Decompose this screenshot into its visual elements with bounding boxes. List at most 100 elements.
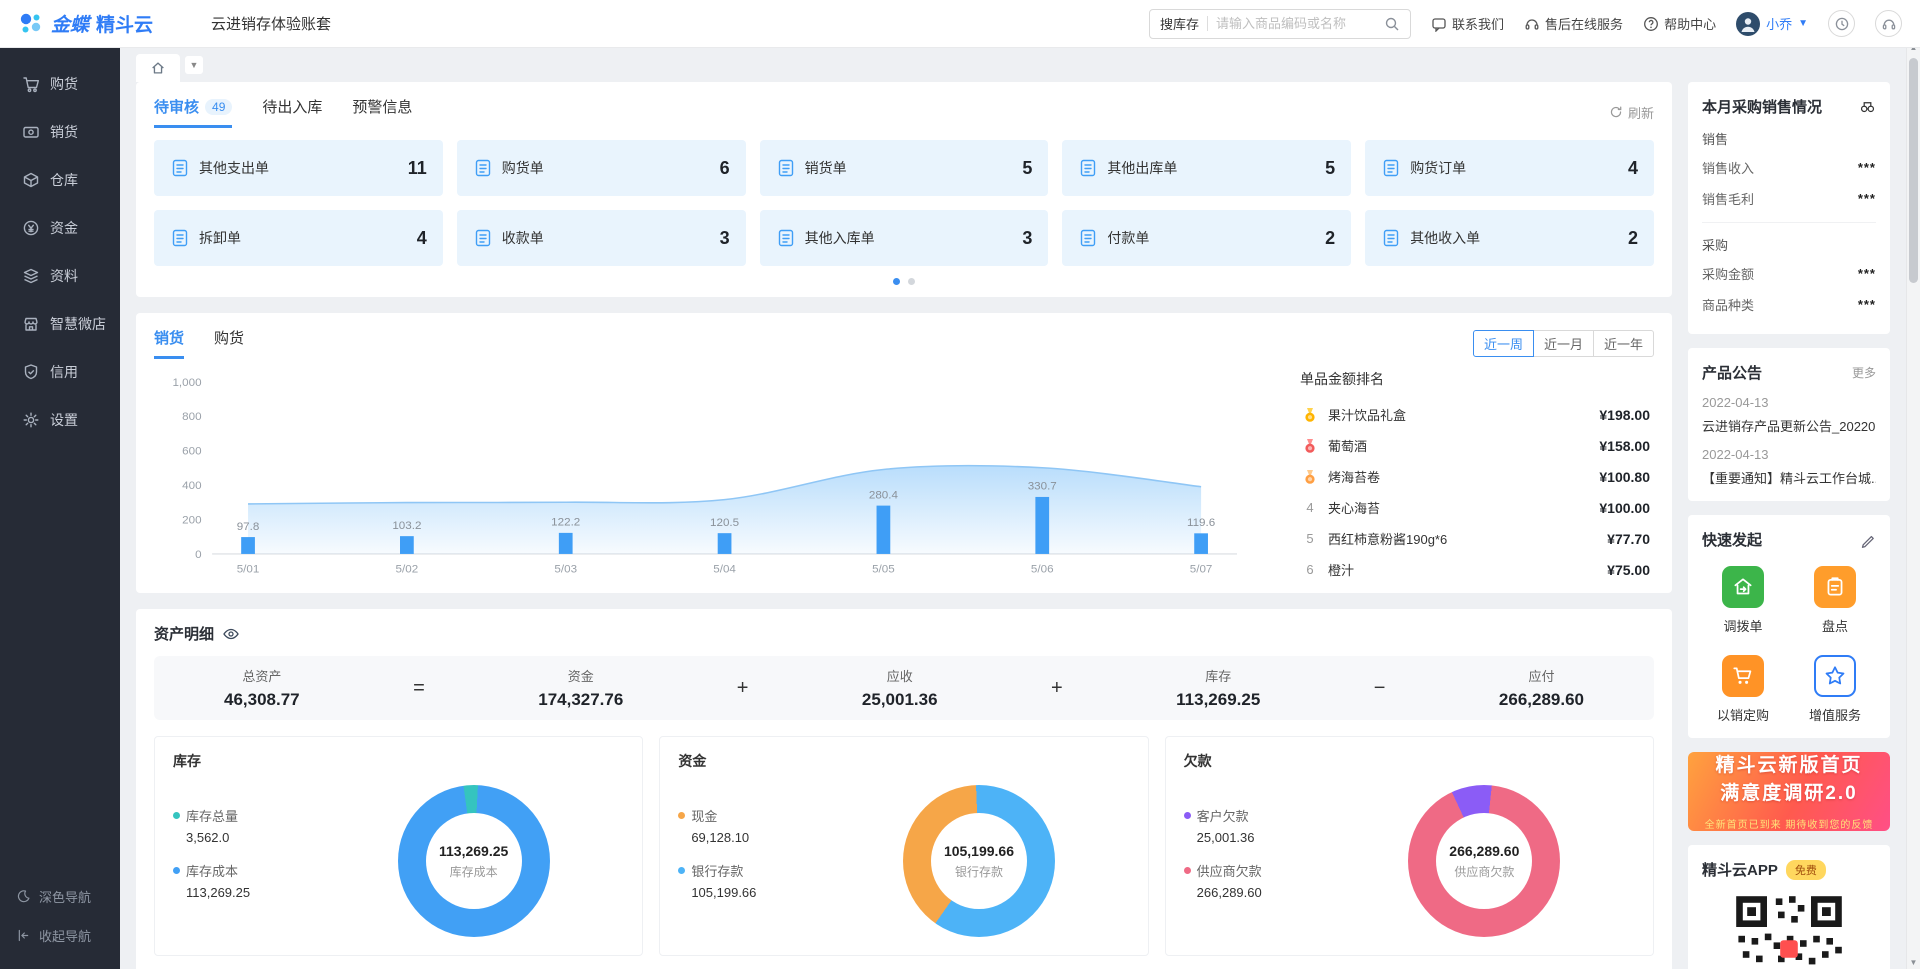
sidebar-item-data[interactable]: 资料 [0,252,120,300]
summary-total-assets: 总资产 46,308.77 [224,666,300,710]
tile-receipt[interactable]: 收款单 3 [457,210,746,266]
donut-center-label: 银行存款 [955,863,1003,880]
announcement-text: 云进销存产品更新公告_20220... [1702,416,1876,435]
tab-label: 销货 [154,327,184,348]
ranking-row[interactable]: 4 夹心海苔 ¥100.00 [1300,492,1650,523]
trend-panel: 销货 购货 近一周 近一月 近一年 02004006008 [136,313,1672,593]
after-sales-link[interactable]: 售后在线服务 [1524,14,1623,33]
inventory-donut-chart[interactable]: 113,269.25 库存成本 [398,785,550,937]
bill-icon [1078,158,1098,178]
quick-transfer-order[interactable]: 调拨单 [1702,566,1784,635]
debt-donut-chart[interactable]: 266,289.60 供应商欠款 [1408,785,1560,937]
transfer-icon [1722,566,1764,608]
svg-text:5/07: 5/07 [1190,564,1213,576]
quick-launch-card: 快速发起 调拨单 盘点 [1688,515,1890,738]
tile-other-expense[interactable]: 其他支出单 11 [154,140,443,196]
edit-icon[interactable] [1860,532,1876,548]
tile-sales-order[interactable]: 销货单 5 [760,140,1049,196]
tab-pending-inout[interactable]: 待出入库 [262,96,322,128]
ranking-row[interactable]: 葡萄酒 ¥158.00 [1300,430,1650,461]
sidebar-item-credit[interactable]: 信用 [0,348,120,396]
tab-label: 待审核 [154,96,199,117]
announcement-item[interactable]: 2022-04-13 云进销存产品更新公告_20220... [1702,395,1876,435]
help-center-link[interactable]: 帮助中心 [1643,14,1716,33]
tile-label: 其他入库单 [805,228,875,248]
operator: − [1374,677,1386,700]
brand-logo[interactable]: 金蝶 精斗云 [18,10,153,37]
tile-other-income[interactable]: 其他收入单 2 [1365,210,1654,266]
layers-icon [22,267,40,285]
tab-alerts[interactable]: 预警信息 [352,96,412,128]
history-icon[interactable] [1828,10,1855,37]
summary-inventory: 库存 113,269.25 [1176,666,1260,710]
tab-sales-trend[interactable]: 销货 [154,327,184,359]
product-types-row: 商品种类 *** [1702,289,1876,320]
survey-banner[interactable]: 精斗云新版首页 满意度调研2.0 全新首页已到来 期待收到您的反馈 [1688,752,1890,831]
sidebar-item-settings[interactable]: 设置 [0,396,120,444]
tile-payment[interactable]: 付款单 2 [1062,210,1351,266]
tab-dropdown-caret[interactable]: ▼ [185,56,203,74]
user-menu[interactable]: 小乔 ▼ [1736,12,1808,36]
sidebar-item-microstore[interactable]: 智慧微店 [0,300,120,348]
bill-icon [1078,228,1098,248]
search-icon[interactable] [1384,16,1400,32]
side-navigation: 购货 销货 仓库 资金 资料 智慧微店 信用 设置 [0,48,120,969]
refresh-button[interactable]: 刷新 [1609,103,1654,122]
page-dot-1[interactable] [893,278,900,285]
announcement-item[interactable]: 2022-04-13 【重要通知】精斗云工作台城... [1702,447,1876,487]
scrollbar-thumb[interactable] [1909,58,1918,283]
contact-us-link[interactable]: 联系我们 [1431,14,1504,33]
sidebar-item-sales[interactable]: 销货 [0,108,120,156]
tab-pending-review[interactable]: 待审核 49 [154,96,232,128]
tab-home[interactable] [136,54,180,82]
sidebar-item-label: 信用 [50,362,78,382]
sidebar-item-purchase[interactable]: 购货 [0,60,120,108]
tile-disassembly[interactable]: 拆卸单 4 [154,210,443,266]
legend-label: 现金 [691,806,717,825]
ranking-row[interactable]: 6 橙汁 ¥75.00 [1300,554,1650,585]
collapse-nav-button[interactable]: 收起导航 [0,916,120,955]
dark-nav-label: 深色导航 [39,887,91,906]
page-dot-2[interactable] [908,278,915,285]
chat-icon [1431,16,1447,32]
sidebar-item-label: 设置 [50,410,78,430]
tile-other-outbound[interactable]: 其他出库单 5 [1062,140,1351,196]
sidebar-item-warehouse[interactable]: 仓库 [0,156,120,204]
tile-count: 2 [1325,228,1335,249]
sidebar-item-label: 资金 [50,218,78,238]
announcement-text: 【重要通知】精斗云工作台城... [1702,468,1876,487]
search-scope-selector[interactable]: 搜库存 [1160,14,1199,33]
range-week-button[interactable]: 近一周 [1473,330,1534,357]
quick-stocktake[interactable]: 盘点 [1794,566,1876,635]
quick-value-added-service[interactable]: 增值服务 [1794,655,1876,724]
legend-item: 银行存款 105,199.66 [678,861,828,900]
range-year-button[interactable]: 近一年 [1593,330,1654,357]
summary-funds: 资金 174,327.76 [538,666,623,710]
sidebar-item-funds[interactable]: 资金 [0,204,120,252]
dark-nav-toggle[interactable]: 深色导航 [0,877,120,916]
quick-purchase-by-sales[interactable]: 以销定购 [1702,655,1784,724]
month-summary-title: 本月采购销售情况 [1702,96,1822,117]
service-icon[interactable] [1875,10,1902,37]
tile-purchase-request[interactable]: 购货订单 4 [1365,140,1654,196]
range-month-button[interactable]: 近一月 [1533,330,1594,357]
contact-us-label: 联系我们 [1452,14,1504,33]
star-icon [1814,655,1856,697]
tile-purchase-order[interactable]: 购货单 6 [457,140,746,196]
more-link[interactable]: 更多 [1852,364,1876,381]
scroll-down-arrow[interactable]: ▼ [1907,955,1920,969]
binoculars-icon[interactable] [1859,98,1876,115]
funds-donut-chart[interactable]: 105,199.66 银行存款 [903,785,1055,937]
ranking-row[interactable]: 5 西红柿意粉酱190g*6 ¥77.70 [1300,523,1650,554]
tab-purchase-trend[interactable]: 购货 [214,327,244,359]
product-name: 葡萄酒 [1328,436,1591,455]
tile-count: 11 [408,158,427,179]
ranking-row[interactable]: 果汁饮品礼盒 ¥198.00 [1300,399,1650,430]
range-segment: 近一周 近一月 近一年 [1473,330,1654,357]
tile-other-inbound[interactable]: 其他入库单 3 [760,210,1049,266]
ranking-row[interactable]: 烤海苔卷 ¥100.80 [1300,461,1650,492]
bill-icon [473,228,493,248]
product-name: 果汁饮品礼盒 [1328,405,1591,424]
eye-icon[interactable] [222,625,240,643]
search-input[interactable] [1216,16,1384,31]
